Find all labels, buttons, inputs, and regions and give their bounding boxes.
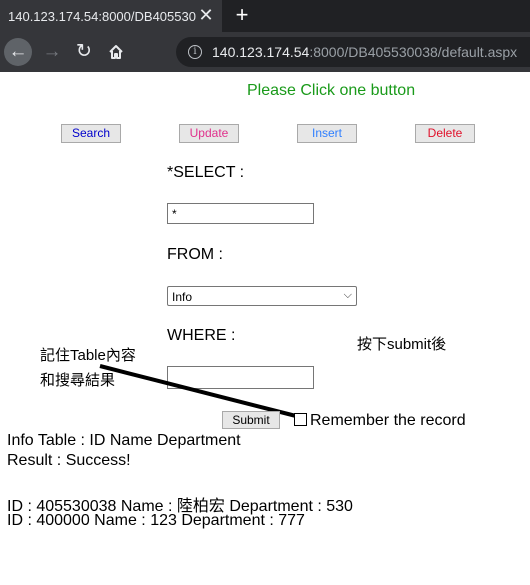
submit-button[interactable]: Submit xyxy=(222,411,280,429)
result-text: Result : Success! xyxy=(7,452,131,469)
result-row: ID : 400000 Name : 123 Department : 777 xyxy=(7,512,305,529)
table-info-text: Info Table : ID Name Department xyxy=(7,432,241,449)
remember-label: Remember the record xyxy=(310,412,466,429)
remember-checkbox[interactable] xyxy=(294,413,307,426)
